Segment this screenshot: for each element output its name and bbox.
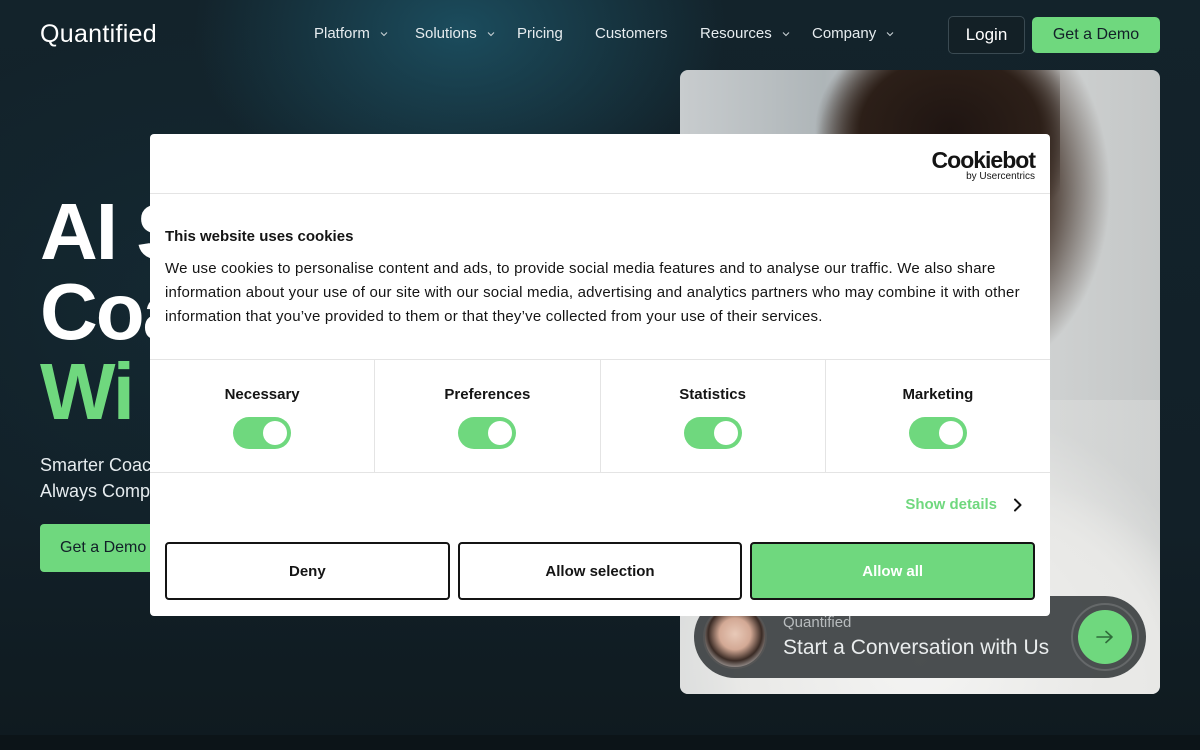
marketing-toggle[interactable] [908, 417, 967, 449]
cookiebot-logo[interactable]: Cookiebot by Usercentrics [931, 147, 1036, 182]
necessary-toggle[interactable] [233, 417, 292, 449]
deny-button[interactable]: Deny [165, 542, 450, 600]
category-label: Statistics [679, 386, 746, 403]
chevron-right-icon [1014, 498, 1022, 511]
preferences-toggle[interactable] [458, 417, 517, 449]
show-details-label: Show details [905, 496, 997, 513]
allow-all-button[interactable]: Allow all [750, 542, 1036, 600]
category-label: Preferences [444, 386, 531, 403]
category-preferences: Preferences [375, 360, 601, 472]
show-details-link[interactable]: Show details [905, 496, 1022, 513]
cookiebot-brand-name: Cookiebot [931, 147, 1036, 173]
cookie-categories: Necessary Preferences Statistics Marketi… [150, 359, 1050, 473]
dialog-body: We use cookies to personalise content an… [165, 260, 1020, 325]
category-statistics: Statistics [601, 360, 826, 472]
toggle-knob [488, 421, 513, 445]
cookiebot-brand-by: by Usercentrics [966, 171, 1035, 182]
category-label: Necessary [224, 386, 300, 403]
category-marketing: Marketing [826, 360, 1050, 472]
category-label: Marketing [902, 386, 974, 403]
toggle-knob [263, 421, 288, 445]
toggle-knob [938, 421, 963, 445]
allow-selection-button[interactable]: Allow selection [457, 542, 743, 600]
dialog-header: Cookiebot by Usercentrics [150, 134, 1050, 194]
toggle-knob [713, 421, 738, 445]
category-necessary: Necessary [150, 360, 376, 472]
dialog-actions: Deny Allow selection Allow all [165, 542, 1036, 600]
cookie-consent-dialog: Cookiebot by Usercentrics This website u… [150, 134, 1050, 616]
statistics-toggle[interactable] [683, 417, 742, 449]
dialog-title: This website uses cookies [165, 228, 354, 245]
